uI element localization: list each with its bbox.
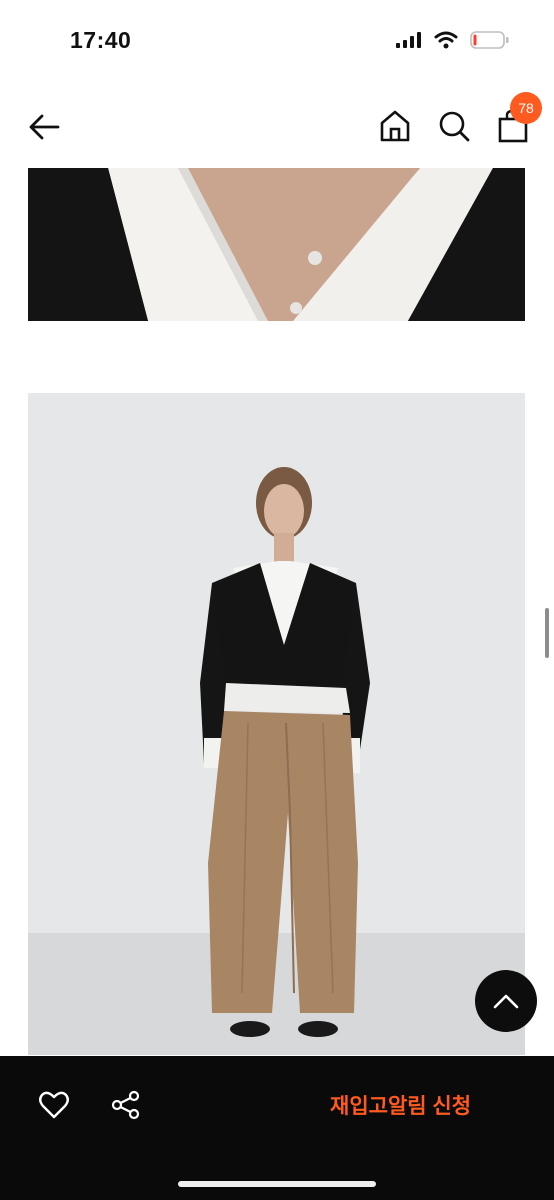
search-icon[interactable] [437, 108, 471, 144]
wifi-icon [434, 31, 458, 49]
bottom-action-bar: 재입고알림 신청 [0, 1056, 554, 1200]
scrollbar-thumb[interactable] [545, 608, 549, 658]
cart-count-badge: 78 [510, 92, 542, 124]
arrow-left-icon[interactable] [26, 108, 64, 146]
signal-icon [396, 32, 421, 48]
status-time: 17:40 [70, 27, 132, 53]
status-bar: 17:40 [0, 0, 554, 80]
home-icon[interactable] [378, 108, 412, 144]
home-indicator [178, 1181, 376, 1187]
restock-alert-button[interactable]: 재입고알림 신청 [330, 1086, 471, 1124]
share-icon[interactable] [110, 1089, 142, 1121]
product-full-body-image [28, 393, 525, 1055]
scroll-to-top-button[interactable] [475, 970, 537, 1032]
heart-icon[interactable] [38, 1089, 70, 1121]
product-detail-image-neckline [28, 168, 525, 321]
battery-icon [470, 31, 509, 49]
nav-bar [0, 90, 554, 162]
chevron-up-icon [493, 994, 519, 1009]
status-icons [396, 30, 510, 50]
